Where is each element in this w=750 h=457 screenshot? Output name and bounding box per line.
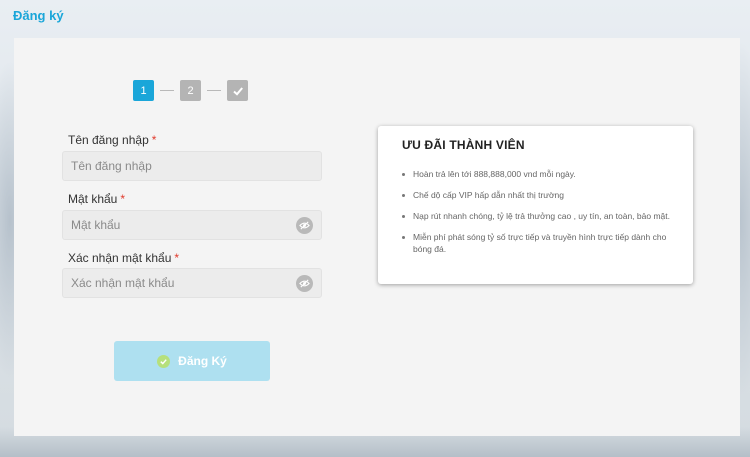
page-title: Đăng ký (13, 8, 64, 23)
eye-off-icon[interactable] (296, 275, 313, 292)
confirm-password-input[interactable] (63, 269, 291, 297)
list-item: Nạp rút nhanh chóng, tỷ lệ trả thưởng ca… (402, 210, 672, 222)
eye-off-icon[interactable] (296, 217, 313, 234)
list-item: Chế dộ cấp VIP hấp dẫn nhất thị trường (402, 189, 672, 201)
username-label-text: Tên đăng nhập (68, 133, 149, 147)
confirm-password-label-text: Xác nhận mật khẩu (68, 251, 172, 265)
register-button-label: Đăng Ký (178, 354, 227, 368)
required-mark: * (151, 133, 157, 147)
check-icon (232, 86, 243, 96)
confirm-password-label: Xác nhận mật khẩu * (68, 251, 179, 265)
password-input[interactable] (63, 211, 291, 239)
check-circle-icon (157, 354, 171, 368)
username-label: Tên đăng nhập * (68, 133, 156, 147)
password-label-text: Mật khẩu (68, 192, 118, 206)
register-button[interactable]: Đăng Ký (114, 341, 270, 381)
benefits-title: ƯU ĐÃI THÀNH VIÊN (402, 138, 525, 152)
step-1: 1 (133, 80, 154, 101)
step-divider (160, 90, 174, 91)
step-complete (227, 80, 248, 101)
required-mark: * (174, 251, 180, 265)
username-field[interactable] (62, 151, 322, 181)
benefits-list: Hoàn trả lên tới 888,888,000 vnd mỗi ngà… (402, 168, 672, 264)
step-divider (207, 90, 221, 91)
list-item: Hoàn trả lên tới 888,888,000 vnd mỗi ngà… (402, 168, 672, 180)
confirm-password-field[interactable] (62, 268, 322, 298)
step-indicator: 1 2 (133, 80, 248, 101)
username-input[interactable] (63, 152, 291, 180)
list-item: Miễn phí phát sóng tỷ số trực tiếp và tr… (402, 231, 672, 255)
member-benefits-card: ƯU ĐÃI THÀNH VIÊN Hoàn trả lên tới 888,8… (378, 126, 693, 284)
step-2: 2 (180, 80, 201, 101)
password-label: Mật khẩu * (68, 192, 125, 206)
required-mark: * (120, 192, 126, 206)
password-field[interactable] (62, 210, 322, 240)
